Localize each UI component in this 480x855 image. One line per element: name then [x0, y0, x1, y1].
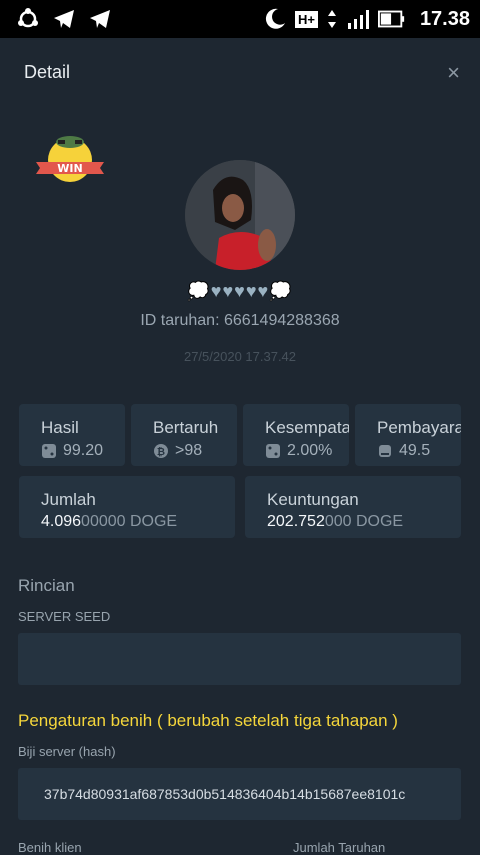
details-title: Rincian [18, 576, 75, 595]
stat-label: Kesempatan [265, 418, 349, 437]
server-hash-label: Biji server (hash) [18, 744, 116, 759]
stat-label: Hasil [41, 418, 79, 437]
data-arrows-icon [327, 10, 336, 28]
bet-date: 27/5/2020 17.37.42 [183, 349, 297, 364]
clock: 17.38 [419, 7, 470, 30]
telegram-icon [90, 10, 110, 28]
signal-icon [347, 10, 369, 29]
close-button[interactable]: × [447, 60, 460, 86]
stat-payout: Pembayaran 49.5 [355, 404, 461, 466]
sync-icon [18, 8, 38, 28]
payout-icon [379, 445, 391, 457]
profit-value-main: 202.752 [267, 513, 325, 530]
page-title: Detail [24, 62, 71, 82]
profit-label: Keuntungan [267, 490, 359, 509]
server-seed-field[interactable] [18, 633, 461, 685]
network-type: H+ [294, 10, 318, 28]
svg-text:₿: ₿ [157, 446, 165, 458]
server-seed-label: SERVER SEED [18, 609, 111, 624]
user-nickname: 💭♥♥♥♥♥💭 [187, 281, 293, 301]
server-hash-field[interactable]: 37b74d80931af687853d0b514836404b14b15687… [18, 768, 461, 820]
detail-header: Detail × [0, 38, 480, 104]
amount-label: Jumlah [41, 490, 96, 509]
moon-icon [265, 8, 285, 29]
battery-icon [377, 10, 405, 28]
stat-value: >98 [175, 442, 203, 459]
dice-icon [42, 444, 56, 458]
stat-label: Bertaruh [153, 418, 219, 437]
status-bar: H+ 17.38 [0, 0, 480, 38]
profit-value-rest: 000 DOGE [324, 513, 404, 530]
stat-chance: Kesempatan 2.00% [243, 404, 349, 466]
avatar [185, 160, 295, 270]
telegram-icon [54, 10, 74, 28]
stat-value: 2.00% [287, 442, 333, 459]
amount-value-main: 4.096 [41, 513, 82, 530]
profit-card: Keuntungan 202.752000 DOGE [245, 476, 461, 538]
avatar-photo-icon [185, 160, 295, 270]
stat-value: 49.5 [399, 442, 431, 459]
stat-result: Hasil 99.20 [19, 404, 125, 466]
win-badge-icon: WIN [36, 136, 104, 182]
bet-count-label: Jumlah Taruhan [293, 840, 386, 855]
dice-icon [266, 444, 280, 458]
win-badge-label: WIN [57, 162, 82, 175]
stat-bet: Bertaruh ₿ >98 [131, 404, 237, 466]
bitcoin-icon: ₿ [154, 444, 168, 458]
stat-value: 99.20 [63, 442, 104, 459]
stat-label: Pembayaran [377, 418, 461, 437]
client-seed-label: Benih klien [18, 840, 82, 855]
amount-card: Jumlah 4.09600000 DOGE [19, 476, 235, 538]
seed-settings-title: Pengaturan benih ( berubah setelah tiga … [18, 711, 398, 730]
bet-id: ID taruhan: 6661494288368 [140, 312, 340, 329]
amount-value-rest: 00000 DOGE [81, 513, 178, 530]
server-hash-value: 37b74d80931af687853d0b514836404b14b15687… [44, 786, 406, 802]
